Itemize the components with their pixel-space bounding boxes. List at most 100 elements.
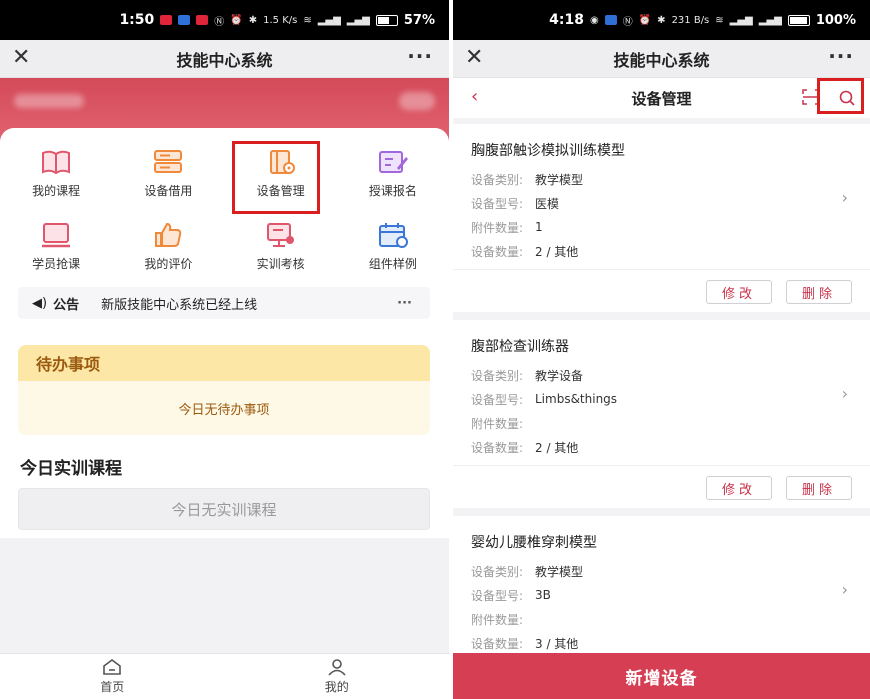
more-menu-icon[interactable]: ··· xyxy=(407,44,433,68)
field-label: 设备数量: xyxy=(471,244,524,259)
app-titlebar: ✕ 技能中心系统 ··· xyxy=(453,40,870,78)
record-icon: ◉ xyxy=(589,14,599,26)
device-model: Limbs&things xyxy=(535,392,618,406)
field-label: 附件数量: xyxy=(471,220,524,235)
grid-label: 我的评价 xyxy=(144,257,193,271)
card-actions: 修改 删除 xyxy=(706,280,852,304)
nfc-icon: Ⓝ xyxy=(622,16,633,28)
status-bar: 1:50 Ⓝ ⏰ ✱ 1.5 K/s ≋ ▂▄▆ ▂▄▆ 57% xyxy=(0,0,449,40)
wifi-icon: ≋ xyxy=(303,14,312,26)
device-count: 3 / 其他 xyxy=(535,636,579,651)
status-bar: 4:18 ◉ Ⓝ ⏰ ✱ 231 B/s ≋ ▂▄▆ ▂▄▆ 100% xyxy=(453,0,870,40)
field-label: 设备型号: xyxy=(471,392,524,407)
grid-label: 授课报名 xyxy=(368,184,417,198)
app-titlebar: ✕ 技能中心系统 ··· xyxy=(0,40,449,78)
device-list: 胸腹部触诊模拟训练模型 设备类别: 教学模型 设备型号: 医模 附件数量: 1 设备数… xyxy=(453,124,870,699)
device-name: 胸腹部触诊模拟训练模型 xyxy=(471,143,625,159)
todo-empty-text: 今日无待办事项 xyxy=(178,402,270,418)
edit-button[interactable]: 修改 xyxy=(706,280,772,304)
section-title: 今日实训课程 xyxy=(20,459,122,479)
status-time: 4:18 xyxy=(549,12,584,28)
device-card[interactable]: 胸腹部触诊模拟训练模型 设备类别: 教学模型 设备型号: 医模 附件数量: 1 设备数… xyxy=(453,124,870,312)
device-details: 设备类别: 教学设备 设备型号: Limbs&things 附件数量: 设备数量: 2… xyxy=(471,363,617,459)
notice-text: 新版技能中心系统已经上线 xyxy=(101,297,258,313)
device-name: 腹部检查训练器 xyxy=(471,339,569,355)
field-label: 设备数量: xyxy=(471,636,524,651)
edit-icon xyxy=(378,151,408,173)
divider xyxy=(453,465,870,466)
notice-bar[interactable]: ◀) 公告 新版技能中心系统已经上线 ··· xyxy=(18,287,430,319)
field-label: 设备型号: xyxy=(471,196,524,211)
delete-button[interactable]: 删除 xyxy=(786,476,852,500)
more-menu-icon[interactable]: ··· xyxy=(828,44,854,68)
battery-level: 100% xyxy=(815,12,856,28)
highlight-box xyxy=(817,78,864,114)
highlight-box xyxy=(232,141,320,214)
device-details: 设备类别: 教学模型 设备型号: 3B 附件数量: 设备数量: 3 / 其他 xyxy=(471,559,583,655)
app-title: 技能中心系统 xyxy=(176,50,273,70)
battery-level: 57% xyxy=(403,12,435,28)
tab-home[interactable]: 首页 xyxy=(0,654,225,699)
blurred-user-info xyxy=(14,94,84,108)
card-actions: 修改 删除 xyxy=(706,476,852,500)
field-label: 附件数量: xyxy=(471,416,524,431)
grid-label: 设备借用 xyxy=(144,184,193,198)
user-icon xyxy=(328,659,346,676)
network-speed: 231 B/s xyxy=(671,14,710,26)
thumb-up-icon xyxy=(155,222,182,247)
grid-label: 我的课程 xyxy=(32,184,81,198)
todo-title: 待办事项 xyxy=(18,345,430,381)
grid-label: 学员抢课 xyxy=(32,257,81,271)
grid-item-training-exam[interactable]: 实训考核 xyxy=(225,221,337,272)
wifi-icon: ≋ xyxy=(715,14,724,26)
alarm-icon: ⏰ xyxy=(230,14,243,26)
device-details: 设备类别: 教学模型 设备型号: 医模 附件数量: 1 设备数量: 2 / 其他 xyxy=(471,167,583,263)
edit-button[interactable]: 修改 xyxy=(706,476,772,500)
app-title: 技能中心系统 xyxy=(613,50,710,70)
app-notification-icon xyxy=(196,15,209,25)
signal-icon: ▂▄▆ xyxy=(758,14,782,26)
tab-label: 首页 xyxy=(100,680,125,694)
grid-item-device-borrow[interactable]: 设备借用 xyxy=(112,148,224,199)
grid-item-my-evaluation[interactable]: 我的评价 xyxy=(112,221,224,272)
divider xyxy=(453,269,870,270)
device-count: 2 / 其他 xyxy=(535,244,579,259)
notice-tag: 公告 xyxy=(53,297,80,313)
more-icon[interactable]: ··· xyxy=(397,296,412,311)
page-header: ‹ 设备管理 xyxy=(453,78,870,118)
grid-item-my-courses[interactable]: 我的课程 xyxy=(0,148,112,199)
tab-label: 我的 xyxy=(324,680,349,694)
device-model: 医模 xyxy=(535,196,560,211)
device-category: 教学设备 xyxy=(535,368,584,383)
device-count: 2 / 其他 xyxy=(535,440,579,455)
bottom-tabbar: 首页 我的 xyxy=(0,653,449,699)
delete-button[interactable]: 删除 xyxy=(786,280,852,304)
grid-item-student-grab[interactable]: 学员抢课 xyxy=(0,221,112,272)
add-device-button[interactable]: 新增设备 xyxy=(453,653,870,699)
chevron-right-icon[interactable]: › xyxy=(842,384,848,403)
back-icon[interactable]: ‹ xyxy=(471,86,478,107)
battery-icon xyxy=(787,14,810,26)
nfc-icon: Ⓝ xyxy=(214,16,225,28)
speaker-icon: ◀) xyxy=(32,295,48,311)
todo-panel: 待办事项 今日无待办事项 xyxy=(18,345,430,435)
app-notification-icon xyxy=(178,15,191,25)
bluetooth-icon: ✱ xyxy=(657,14,666,26)
field-label: 设备类别: xyxy=(471,564,524,579)
close-icon[interactable]: ✕ xyxy=(465,46,483,70)
device-accessories: 1 xyxy=(535,220,543,234)
grid-item-teaching-signup[interactable]: 授课报名 xyxy=(337,148,449,199)
grid-label: 组件样例 xyxy=(368,257,417,271)
function-grid: 我的课程 设备借用 设备管理 授课报名 学员抢课 我的评价 实训考核 组件样例 xyxy=(0,148,449,272)
home-screen: 1:50 Ⓝ ⏰ ✱ 1.5 K/s ≋ ▂▄▆ ▂▄▆ 57% ✕ 技能中心系… xyxy=(0,0,449,699)
chevron-right-icon[interactable]: › xyxy=(842,188,848,207)
tab-mine[interactable]: 我的 xyxy=(225,654,450,699)
alarm-icon: ⏰ xyxy=(638,14,652,26)
app-notification-icon xyxy=(160,15,173,25)
chevron-right-icon[interactable]: › xyxy=(842,580,848,599)
grid-item-component-samples[interactable]: 组件样例 xyxy=(337,221,449,272)
device-card[interactable]: 腹部检查训练器 设备类别: 教学设备 设备型号: Limbs&things 附件数量… xyxy=(453,320,870,508)
device-model: 3B xyxy=(535,588,551,602)
exam-icon xyxy=(266,223,294,247)
close-icon[interactable]: ✕ xyxy=(12,46,30,70)
